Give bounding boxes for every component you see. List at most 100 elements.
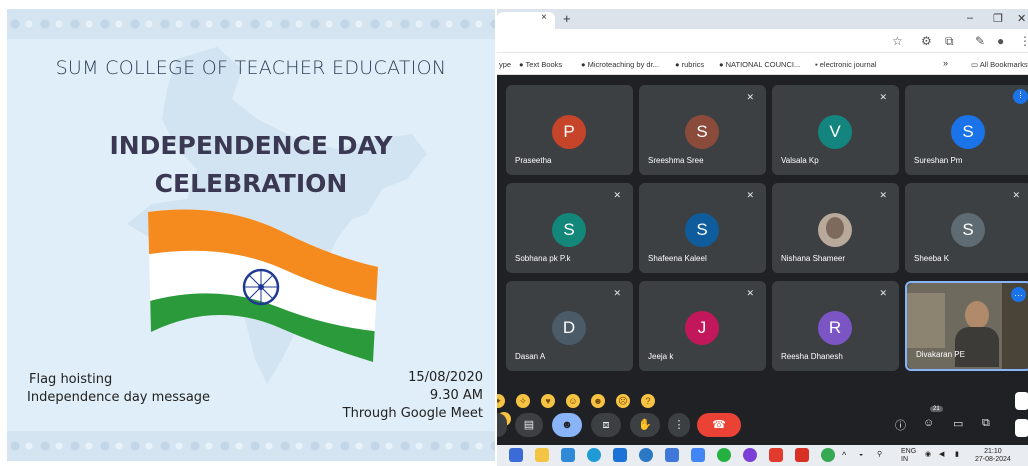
pdf-icon[interactable]	[795, 448, 809, 462]
bookmark-item[interactable]: ype	[499, 60, 511, 69]
title-line-1: INDEPENDENCE DAY	[109, 131, 393, 160]
reaction-icon[interactable]: ?	[641, 394, 655, 408]
tray-icon[interactable]: ◒	[859, 451, 863, 459]
bookmarks-overflow[interactable]: »	[943, 58, 948, 68]
participant-tile[interactable]: S Sheeba K ✕	[905, 183, 1028, 273]
event-date: 15/08/2020	[408, 370, 483, 385]
participant-tile[interactable]: Divakaran PE…	[905, 281, 1028, 371]
bookmark-item[interactable]: ● NATIONAL COUNCI...	[719, 60, 800, 69]
mic-off-icon: ✕	[746, 288, 754, 298]
bookmark-item[interactable]: ● Text Books	[519, 60, 562, 69]
participant-tile[interactable]: S Sreeshma Sree ✕	[639, 85, 766, 175]
event-details: 15/08/2020 9.30 AM Through Google Meet	[343, 369, 483, 423]
battery-icon[interactable]: ▮	[955, 451, 959, 459]
bookmark-item[interactable]: ▪ electronic journal	[815, 60, 876, 69]
participant-name: Sobhana pk P.k	[515, 254, 571, 263]
clock[interactable]: 21:10 27-08-2024	[975, 448, 1011, 464]
participant-tile[interactable]: S Sureshan Pm ⁞	[905, 85, 1028, 175]
chat-icon[interactable]: ▭	[953, 417, 963, 430]
reaction-icon[interactable]: ✧	[516, 394, 530, 408]
extensions-puzzle-icon[interactable]: ✎	[975, 34, 985, 48]
new-tab-icon[interactable]: +	[563, 11, 571, 26]
mail-icon[interactable]	[561, 448, 575, 462]
profile-icon[interactable]: ●	[997, 34, 1004, 48]
windows-taskbar: ^ ◒ ⚲ ENG IN ◉ ◀ ▮ 21:10 27-08-2024	[497, 445, 1028, 466]
bookmark-item[interactable]: ● rubrics	[675, 60, 704, 69]
acrobat-icon[interactable]	[769, 448, 783, 462]
side-panel-tab[interactable]	[1015, 419, 1028, 437]
address-bar[interactable]: ☆ ⚙ ⧉ ✎ ● ⋮	[497, 29, 1028, 53]
calendar-icon[interactable]	[613, 448, 627, 462]
extension-icon[interactable]: ⚙	[921, 34, 932, 48]
clock-time: 21:10	[984, 448, 1002, 455]
more-options-icon[interactable]: …	[1011, 287, 1026, 302]
reaction-icon[interactable]: ☺	[566, 394, 580, 408]
avatar: P	[552, 115, 586, 149]
participant-count-badge: 21	[930, 406, 943, 412]
emoji-reaction-button[interactable]: ☻	[552, 413, 582, 437]
activities-icon[interactable]: ⧉	[982, 417, 990, 430]
participant-tile[interactable]: S Shafeena Kaleel ✕	[639, 183, 766, 273]
participant-tile[interactable]: J Jeeja k ✕	[639, 281, 766, 371]
reaction-icon[interactable]: ✦	[497, 394, 505, 408]
star-icon[interactable]: ☆	[892, 34, 903, 48]
volume-icon[interactable]: ◀	[939, 451, 944, 459]
participant-tile[interactable]: R Reesha Dhanesh ✕	[772, 281, 899, 371]
chrome-icon[interactable]	[821, 448, 835, 462]
meeting-info-icon[interactable]: ⓘ	[895, 417, 906, 433]
edge-icon[interactable]	[587, 448, 601, 462]
present-button[interactable]: ⧈	[591, 413, 621, 437]
bookmark-item[interactable]: ● Microteaching by dr...	[581, 60, 659, 69]
profile-photo	[818, 213, 852, 247]
participant-name: Valsala Kp	[781, 156, 819, 165]
teams-icon[interactable]	[509, 448, 523, 462]
participant-name: Jeeja k	[648, 352, 674, 361]
language-indicator[interactable]: ENG IN	[901, 448, 916, 464]
captions-button[interactable]: ▤	[515, 413, 543, 437]
google-meet-window: × + – ❐ ✕ ☆ ⚙ ⧉ ✎ ● ⋮ ype ● Text Books ●…	[497, 9, 1028, 466]
mic-off-icon: ✕	[879, 92, 887, 102]
participant-tile[interactable]: P Praseetha	[506, 85, 633, 175]
participant-tile[interactable]: D Dasan A ✕	[506, 281, 633, 371]
app-icon[interactable]	[743, 448, 757, 462]
help-icon[interactable]	[639, 448, 653, 462]
reaction-icon[interactable]: ☻	[591, 394, 605, 408]
speaking-indicator-icon: ⁞	[1013, 89, 1028, 104]
reaction-icon[interactable]: ☹	[616, 394, 630, 408]
more-options-button[interactable]: ⋮	[668, 413, 690, 437]
wifi-icon[interactable]: ◉	[925, 451, 931, 459]
raise-hand-button[interactable]: ✋	[630, 413, 660, 437]
all-bookmarks[interactable]: ▭ All Bookmarks	[971, 60, 1028, 69]
tray-overflow-icon[interactable]: ^	[842, 451, 846, 460]
event-poster: SUM COLLEGE OF TEACHER EDUCATION INDEPEN…	[7, 9, 495, 461]
share-icon[interactable]: ⧉	[945, 34, 954, 49]
participant-tile[interactable]: Nishana Shameer ✕	[772, 183, 899, 273]
store-icon[interactable]	[665, 448, 679, 462]
participant-name: Reesha Dhanesh	[781, 352, 843, 361]
avatar: R	[818, 311, 852, 345]
avatar: D	[552, 311, 586, 345]
tray-icon[interactable]: ⚲	[877, 451, 882, 459]
mic-off-icon: ✕	[879, 288, 887, 298]
mic-off-icon: ✕	[879, 190, 887, 200]
people-icon[interactable]: ☺	[923, 417, 934, 429]
close-window-icon[interactable]: ✕	[1017, 12, 1026, 25]
app-icon[interactable]	[691, 448, 705, 462]
event-platform: Through Google Meet	[342, 406, 483, 421]
whatsapp-icon[interactable]	[717, 448, 731, 462]
leave-call-button[interactable]: ☎	[697, 413, 741, 437]
minimize-icon[interactable]: –	[967, 12, 973, 24]
participant-name: Dasan A	[515, 352, 546, 361]
restore-icon[interactable]: ❐	[993, 12, 1003, 25]
reaction-icon[interactable]: ♥	[541, 394, 555, 408]
file-explorer-icon[interactable]	[535, 448, 549, 462]
event-agenda: Flag hoisting Independence day message	[27, 371, 210, 407]
side-panel-tab[interactable]	[1015, 392, 1028, 410]
avatar: S	[685, 115, 719, 149]
participant-tile[interactable]: S Sobhana pk P.k ✕	[506, 183, 633, 273]
tab-close-icon[interactable]: ×	[541, 12, 547, 23]
participant-name: Sureshan Pm	[914, 156, 963, 165]
participant-tile[interactable]: V Valsala Kp ✕	[772, 85, 899, 175]
menu-icon[interactable]: ⋮	[1019, 34, 1028, 48]
event-title: INDEPENDENCE DAY CELEBRATION	[7, 127, 495, 203]
